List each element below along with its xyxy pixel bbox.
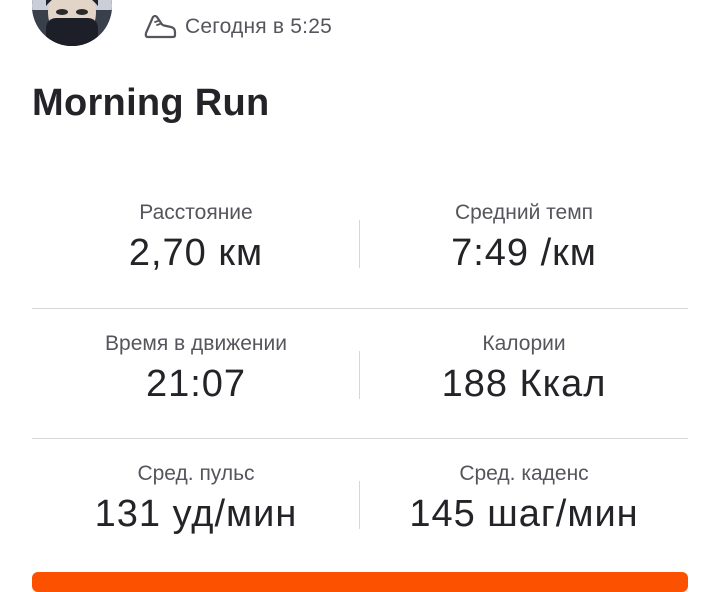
stat-label: Калории — [482, 332, 566, 355]
stat-value: 2,70 км — [128, 232, 264, 274]
stat-value: 21:07 — [145, 363, 247, 405]
activity-meta: Сегодня в 5:25 — [143, 12, 332, 42]
activity-title[interactable]: Morning Run — [32, 82, 270, 125]
action-button[interactable] — [32, 572, 688, 592]
activity-stats: Расстояние 2,70 км Средний темп 7:49 /км… — [32, 178, 688, 568]
stat-distance: Расстояние 2,70 км — [32, 178, 360, 308]
stat-label: Средний темп — [454, 201, 594, 224]
stat-avg-cadence: Сред. каденс 145 шаг/мин — [360, 439, 688, 568]
stat-label: Расстояние — [139, 201, 253, 224]
stat-value: 145 шаг/мин — [409, 493, 639, 535]
athlete-avatar[interactable] — [32, 0, 112, 46]
stats-row: Сред. пульс 131 уд/мин Сред. каденс 145 … — [32, 438, 688, 568]
stat-value: 7:49 /км — [451, 232, 597, 274]
stat-label: Сред. каденс — [459, 462, 589, 485]
stat-label: Время в движении — [105, 332, 287, 355]
stats-row: Время в движении 21:07 Калории 188 Ккал — [32, 308, 688, 438]
stat-calories: Калории 188 Ккал — [360, 309, 688, 438]
stats-row: Расстояние 2,70 км Средний темп 7:49 /км — [32, 178, 688, 308]
stat-moving-time: Время в движении 21:07 — [32, 309, 360, 438]
stat-value: 188 Ккал — [441, 363, 607, 405]
stat-avg-pace: Средний темп 7:49 /км — [360, 178, 688, 308]
stat-avg-heart-rate: Сред. пульс 131 уд/мин — [32, 439, 360, 568]
running-shoe-icon — [143, 13, 177, 41]
stat-value: 131 уд/мин — [94, 493, 298, 535]
stat-label: Сред. пульс — [137, 462, 255, 485]
activity-time: Сегодня в 5:25 — [185, 15, 332, 38]
